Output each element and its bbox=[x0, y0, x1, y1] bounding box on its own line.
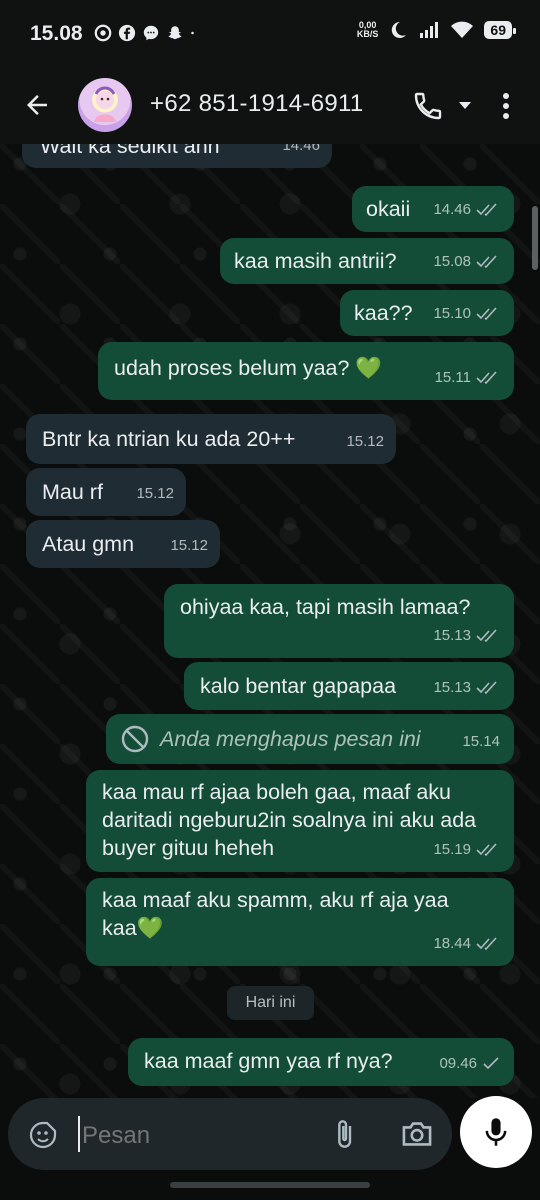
message-meta: 15.13 bbox=[433, 622, 500, 650]
blocked-icon bbox=[121, 725, 149, 753]
deleted-notice: Anda menghapus pesan ini bbox=[120, 724, 500, 754]
day-separator: Hari ini bbox=[227, 986, 314, 1020]
message-time-label: 15.13 bbox=[433, 679, 471, 696]
contact-name[interactable]: +62 851-1914-6911 bbox=[150, 90, 364, 118]
message-time-label: 09.46 bbox=[439, 1055, 477, 1072]
double-check-icon bbox=[476, 371, 497, 385]
message-incoming[interactable]: Mau rf 15.12 bbox=[26, 468, 186, 516]
home-indicator[interactable] bbox=[170, 1182, 370, 1188]
double-check-icon bbox=[476, 203, 497, 217]
message-incoming[interactable]: Atau gmn 15.12 bbox=[26, 520, 220, 568]
message-incoming[interactable]: Bntr ka ntrian ku ada 20++ 15.12 bbox=[26, 414, 396, 464]
message-meta: 15.14 bbox=[462, 728, 500, 756]
dot-icon bbox=[191, 31, 194, 35]
phone-icon[interactable] bbox=[412, 90, 444, 122]
avatar[interactable] bbox=[78, 78, 132, 132]
attach-icon[interactable] bbox=[328, 1118, 360, 1150]
message-outgoing[interactable]: kaa maaf aku spamm, aku rf aja yaa kaa💚 … bbox=[86, 878, 514, 966]
camera-icon[interactable] bbox=[400, 1118, 434, 1150]
message-time-label: 15.19 bbox=[433, 841, 471, 858]
message-text: kaa maaf aku spamm, aku rf aja yaa kaa💚 bbox=[102, 888, 449, 940]
facebook-icon bbox=[118, 24, 136, 42]
message-meta: 09.46 bbox=[439, 1050, 500, 1078]
scrollbar[interactable] bbox=[532, 206, 538, 270]
message-text: ohiyaa kaa, tapi masih lamaa? bbox=[180, 595, 471, 619]
wifi-icon bbox=[451, 21, 474, 38]
signal-icon bbox=[420, 22, 439, 38]
message-meta: 15.12 bbox=[136, 480, 174, 508]
network-speed-unit: KB/S bbox=[356, 29, 379, 39]
sticker-icon[interactable] bbox=[28, 1120, 58, 1150]
back-arrow-icon[interactable] bbox=[22, 90, 52, 120]
message-time-label: 15.13 bbox=[433, 627, 471, 644]
message-outgoing[interactable]: kaa?? 15.10 bbox=[340, 290, 514, 336]
double-check-icon bbox=[476, 255, 497, 269]
message-outgoing[interactable]: udah proses belum yaa? 💚 15.11 bbox=[98, 342, 514, 400]
double-check-icon bbox=[476, 681, 497, 695]
message-time-label: 15.14 bbox=[462, 733, 500, 750]
status-bar: 15.08 0,00 KB/S 69 bbox=[0, 0, 540, 68]
network-speed: 0,00 KB/S bbox=[357, 21, 379, 39]
double-check-icon bbox=[476, 629, 497, 643]
moon-icon bbox=[392, 21, 407, 38]
message-outgoing[interactable]: kaa masih antrii? 15.08 bbox=[220, 238, 514, 284]
message-time-label: 15.12 bbox=[346, 433, 384, 450]
double-check-icon bbox=[476, 937, 497, 951]
message-outgoing[interactable]: ohiyaa kaa, tapi masih lamaa? 15.13 bbox=[164, 584, 514, 658]
message-incoming[interactable]: Wait ka sedikit ahh 14.46 bbox=[22, 144, 332, 168]
message-time-label: 15.12 bbox=[136, 485, 174, 502]
message-outgoing[interactable]: kaa mau rf ajaa boleh gaa, maaf aku dari… bbox=[86, 770, 514, 872]
message-meta: 18.44 bbox=[433, 930, 500, 958]
message-text: Anda menghapus pesan ini bbox=[160, 727, 421, 751]
message-time-label: 15.12 bbox=[170, 537, 208, 554]
message-meta: 15.08 bbox=[433, 248, 500, 276]
double-check-icon bbox=[476, 307, 497, 321]
status-time: 15.08 bbox=[30, 22, 83, 45]
dropdown-icon[interactable] bbox=[458, 98, 472, 112]
message-deleted[interactable]: Anda menghapus pesan ini 15.14 bbox=[106, 714, 514, 764]
message-meta: 15.10 bbox=[433, 300, 500, 328]
message-time-label: 15.10 bbox=[433, 305, 471, 322]
chat-header: +62 851-1914-6911 bbox=[0, 68, 540, 144]
message-outgoing[interactable]: kaa maaf gmn yaa rf nya? 09.46 bbox=[128, 1038, 514, 1086]
message-time-label: 14.46 bbox=[433, 201, 471, 218]
message-outgoing[interactable]: okaii 14.46 bbox=[352, 186, 514, 232]
notification-icons bbox=[94, 24, 200, 42]
voice-record-button[interactable] bbox=[460, 1096, 532, 1168]
battery-icon: 69 bbox=[484, 21, 516, 39]
messenger-icon bbox=[143, 25, 159, 41]
more-icon[interactable] bbox=[500, 90, 512, 122]
message-text: Bntr ka ntrian ku ada 20++ bbox=[42, 427, 296, 451]
message-time-label: 15.11 bbox=[434, 369, 471, 386]
message-composer bbox=[8, 1098, 452, 1170]
snapchat-icon bbox=[168, 26, 182, 40]
message-meta: 15.13 bbox=[433, 674, 500, 702]
double-check-icon bbox=[476, 843, 497, 857]
single-check-icon bbox=[483, 1057, 499, 1070]
microphone-icon bbox=[485, 1118, 507, 1146]
message-input[interactable] bbox=[80, 1118, 324, 1154]
message-outgoing[interactable]: kalo bentar gapapaa 15.13 bbox=[184, 662, 514, 710]
message-meta: 15.12 bbox=[346, 428, 384, 456]
message-meta: 15.12 bbox=[170, 532, 208, 560]
message-time-label: 14.46 bbox=[282, 144, 320, 154]
message-meta: 15.11 bbox=[435, 364, 500, 392]
message-time: 14.46 bbox=[282, 144, 320, 160]
message-time-label: 15.08 bbox=[433, 253, 471, 270]
message-time-label: 18.44 bbox=[433, 935, 471, 952]
message-meta: 15.19 bbox=[433, 836, 500, 864]
message-list[interactable]: Wait ka sedikit ahh 14.46 okaii 14.46 ka… bbox=[0, 144, 540, 1098]
message-text: Wait ka sedikit ahh bbox=[40, 144, 220, 158]
message-meta: 14.46 bbox=[433, 196, 500, 224]
app-icon bbox=[94, 24, 112, 42]
